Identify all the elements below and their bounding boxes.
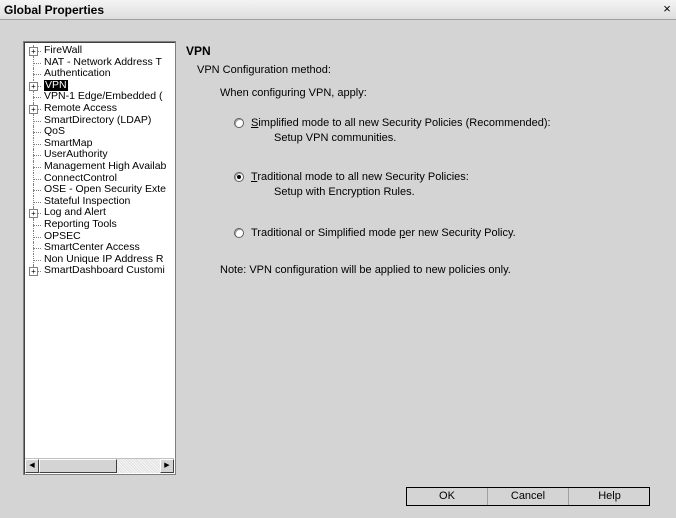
radio-simplified-mode-button[interactable] <box>234 118 244 128</box>
tree-connector-branch <box>33 166 41 168</box>
vpn-method-label: VPN Configuration method: <box>197 64 331 76</box>
tree-connector-branch <box>33 132 41 134</box>
close-icon[interactable]: × <box>660 1 674 17</box>
radio-simplified-mode-text: implified mode to all new Security Polic… <box>258 117 551 129</box>
tree-item[interactable]: Management High Availab <box>24 159 175 173</box>
tree-connector-branch <box>33 120 41 122</box>
tree-item[interactable]: OSE - Open Security Exte <box>24 183 175 196</box>
tree-connector-branch <box>33 74 41 76</box>
properties-tree[interactable]: + FireWall NAT - Network Address T Authenti… <box>23 41 176 475</box>
expand-plus-icon[interactable]: + <box>29 47 38 56</box>
tree-connector-branch <box>33 201 41 203</box>
tree-connector-branch <box>33 259 41 261</box>
radio-per-policy-mode-button[interactable] <box>234 228 244 238</box>
radio-traditional-mode-button[interactable] <box>234 172 244 182</box>
tree-item-label: Remote Access <box>44 101 117 114</box>
tree-item-label: Reporting Tools <box>44 217 117 230</box>
expand-plus-icon[interactable]: + <box>29 104 38 114</box>
tree-connector-branch <box>33 190 41 192</box>
vpn-note: Note: VPN configuration will be applied … <box>220 264 511 276</box>
tree-item[interactable]: SmartCenter Access <box>24 241 175 254</box>
radio-traditional-mode-subtext: Setup with Encryption Rules. <box>274 186 415 198</box>
tree-connector-branch <box>33 155 41 157</box>
scrollbar-thumb[interactable] <box>39 459 117 473</box>
vpn-apply-label: When configuring VPN, apply: <box>220 87 367 99</box>
tree-item-label: OSE - Open Security Exte <box>44 183 166 196</box>
tree-item[interactable]: + Remote Access <box>24 101 175 115</box>
tree-connector-branch <box>33 62 41 64</box>
vpn-section-title: VPN <box>186 44 211 58</box>
tree-item-label: SmartDashboard Customi <box>44 264 165 277</box>
help-button[interactable]: Help <box>569 488 650 505</box>
radio-per-policy-mode-text-before: Traditional or Simplified mode <box>251 227 400 239</box>
radio-simplified-mode-subtext: Setup VPN communities. <box>274 132 397 144</box>
window-title: Global Properties <box>4 3 105 17</box>
tree-connector-branch <box>33 97 41 99</box>
dialog-button-bar: OK Cancel Help <box>406 487 650 506</box>
tree-item-label: FireWall <box>44 44 83 56</box>
tree-connector-branch <box>33 224 41 226</box>
radio-per-policy-mode-text: er new Security Policy. <box>405 227 516 239</box>
radio-traditional-mode-label[interactable]: Traditional mode to all new Security Pol… <box>251 171 469 183</box>
tree-item-label: Management High Availab <box>44 159 167 172</box>
radio-simplified-mode-label[interactable]: Simplified mode to all new Security Poli… <box>251 117 551 129</box>
tree-item[interactable]: + SmartDashboard Customi <box>24 264 175 277</box>
tree-item[interactable]: Reporting Tools <box>24 217 175 231</box>
scroll-right-arrow-icon[interactable]: ▶ <box>160 459 174 473</box>
scroll-left-arrow-icon[interactable]: ◀ <box>25 459 39 473</box>
tree-connector-branch <box>33 143 41 145</box>
tree-horizontal-scrollbar[interactable]: ◀ ▶ <box>25 458 174 473</box>
radio-per-policy-mode-label[interactable]: Traditional or Simplified mode per new S… <box>251 227 516 239</box>
title-bar: Global Properties × <box>0 0 676 20</box>
expand-plus-icon[interactable]: + <box>29 267 38 277</box>
tree-connector-branch <box>33 178 41 180</box>
expand-plus-icon[interactable]: + <box>29 209 38 219</box>
radio-traditional-mode-text: raditional mode to all new Security Poli… <box>257 171 469 183</box>
tree-item-label: QoS <box>44 125 66 138</box>
cancel-button[interactable]: Cancel <box>488 488 569 505</box>
tree-item[interactable]: QoS <box>24 125 175 138</box>
tree-item-label: SmartCenter Access <box>44 241 140 254</box>
tree-connector-branch <box>33 236 41 238</box>
tree-connector-branch <box>33 248 41 250</box>
tree-list: + FireWall NAT - Network Address T Authenti… <box>24 44 175 277</box>
tree-item[interactable]: + FireWall <box>24 44 175 57</box>
ok-button[interactable]: OK <box>407 488 488 505</box>
expand-plus-icon[interactable]: + <box>29 81 38 91</box>
